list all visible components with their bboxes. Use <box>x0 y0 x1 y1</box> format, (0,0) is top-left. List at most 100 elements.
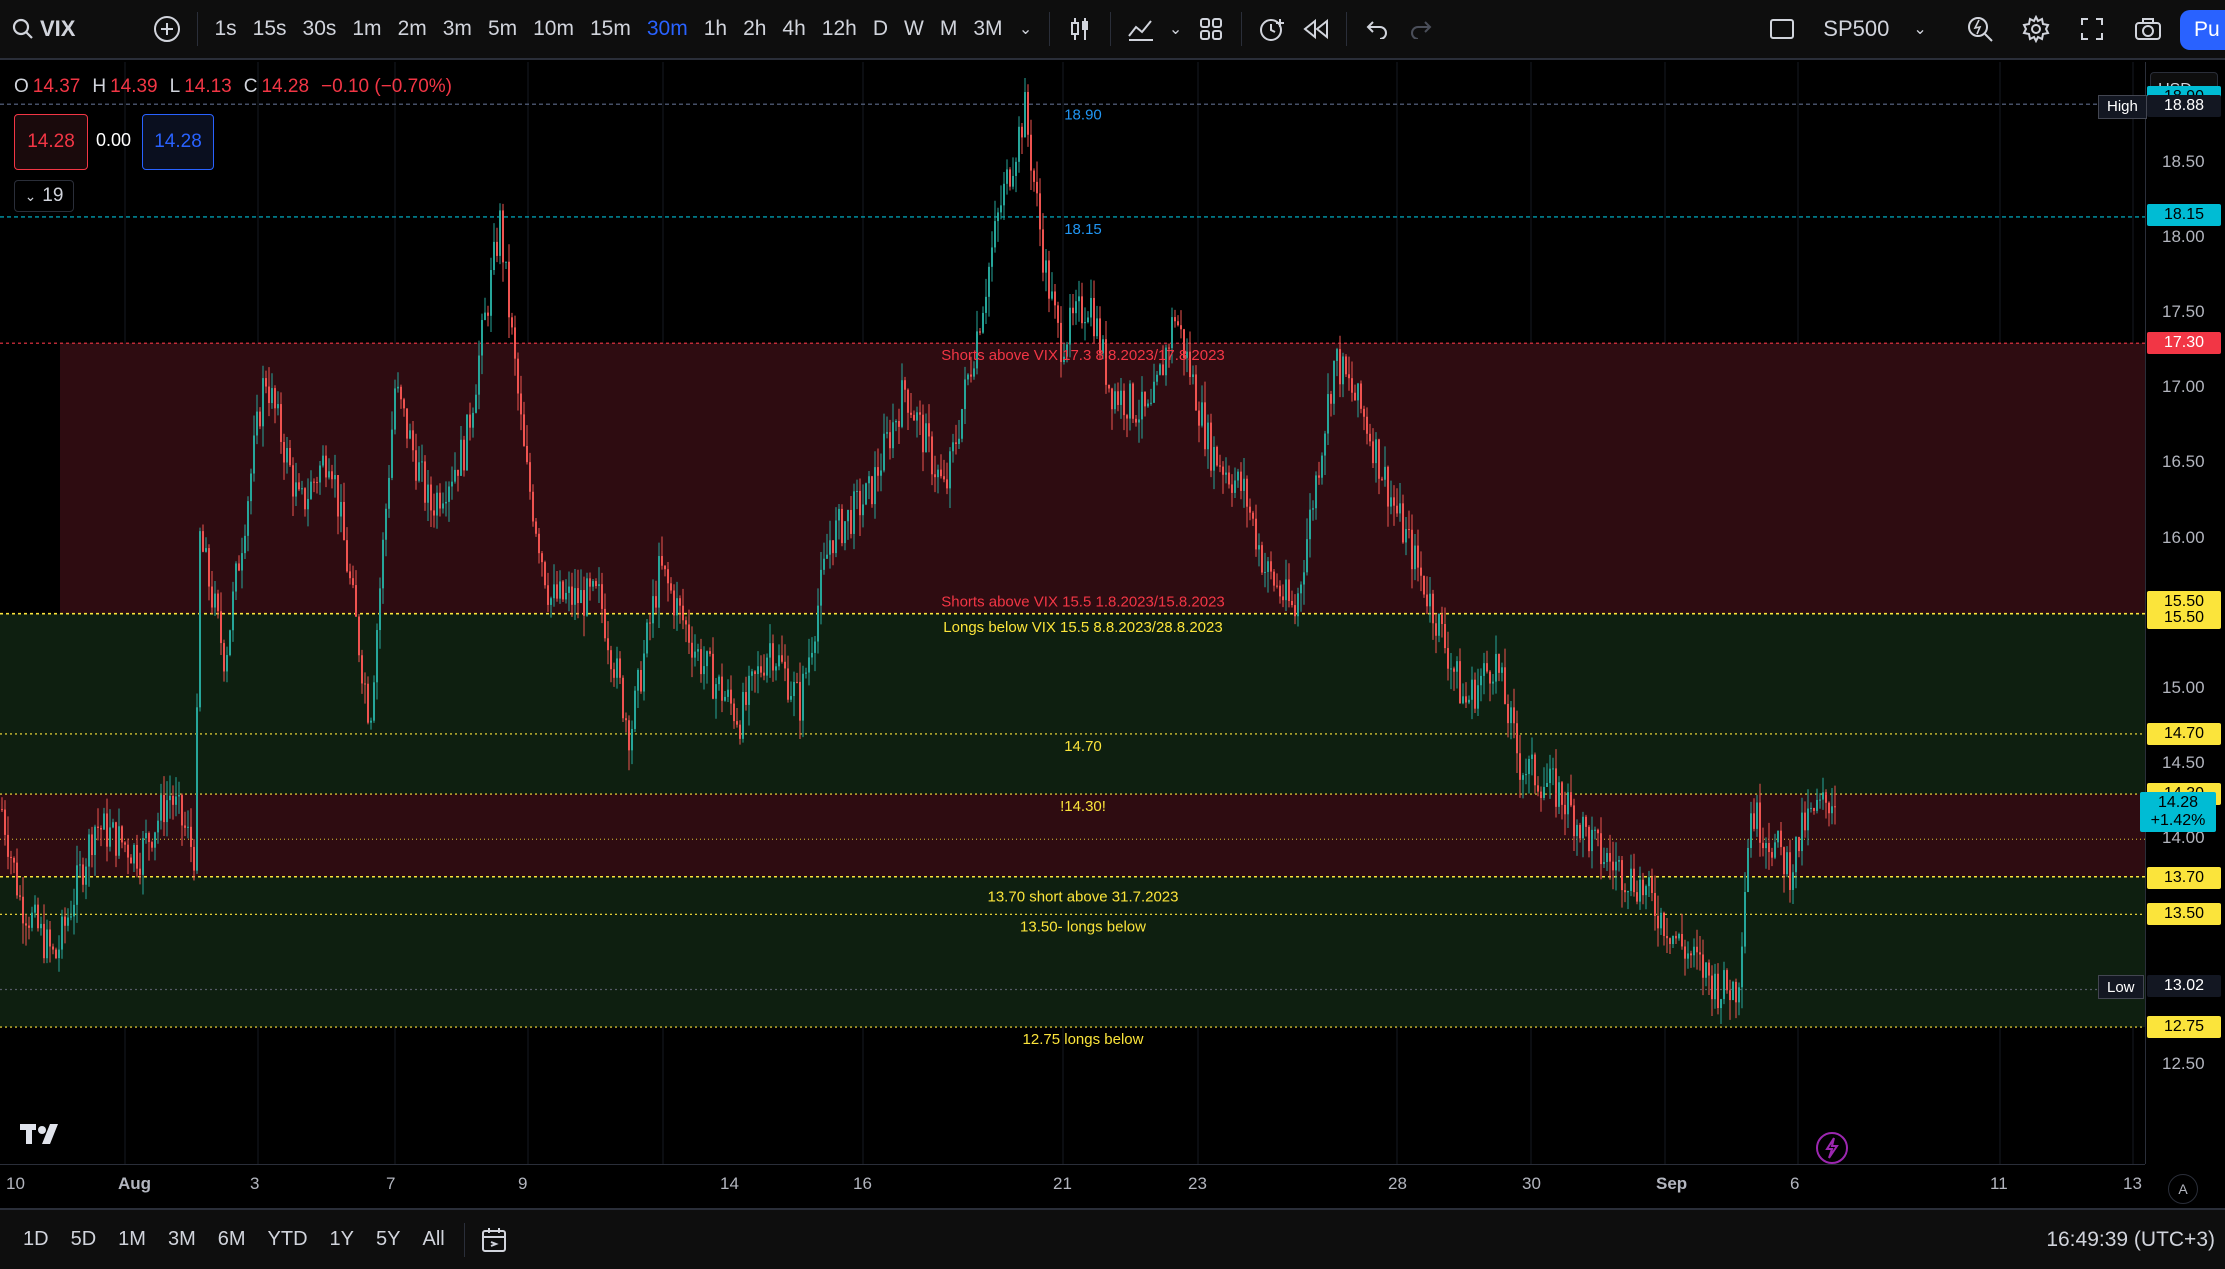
candle-body <box>1753 813 1755 829</box>
candle-body <box>244 535 246 554</box>
candle-body <box>775 666 777 671</box>
timeframe-d[interactable]: D <box>865 9 896 49</box>
timeframe-30s[interactable]: 30s <box>295 9 345 49</box>
timeframe-1m[interactable]: 1m <box>344 9 389 49</box>
indicators-collapse-button[interactable]: ⌄ 19 <box>14 180 74 212</box>
candle-body <box>457 469 459 476</box>
candle-body <box>487 312 489 316</box>
indicators-dropdown[interactable]: ⌄ <box>1163 9 1189 49</box>
timeframe-15m[interactable]: 15m <box>582 9 639 49</box>
undo-button[interactable] <box>1355 9 1399 49</box>
candle-body <box>832 540 834 554</box>
settings-button[interactable] <box>2014 9 2058 49</box>
timeframe-3m[interactable]: 3m <box>435 9 480 49</box>
candle-body <box>661 556 663 566</box>
candle-body <box>319 465 321 483</box>
sell-button[interactable]: 14.28 <box>14 114 88 170</box>
indicators-button[interactable] <box>1119 9 1163 49</box>
compare-add-button[interactable] <box>145 9 189 49</box>
clock[interactable]: 16:49:39 (UTC+3) <box>2046 1228 2215 1252</box>
timeframe-2h[interactable]: 2h <box>735 9 774 49</box>
price-tick: 18.50 <box>2162 151 2205 171</box>
timeframe-1s[interactable]: 1s <box>206 9 244 49</box>
time-axis[interactable] <box>0 1164 2145 1207</box>
goto-date-button[interactable] <box>473 1220 517 1260</box>
layout-selector-button[interactable] <box>1760 9 1804 49</box>
timeframe-w[interactable]: W <box>896 9 932 49</box>
candle-body <box>190 826 192 847</box>
candle-body <box>946 479 948 489</box>
candle-body <box>1768 843 1770 853</box>
candle-body <box>607 638 609 651</box>
range-1d[interactable]: 1D <box>12 1220 60 1260</box>
candle-body <box>28 925 30 928</box>
candle-body <box>868 476 870 484</box>
candle-body <box>1582 816 1584 839</box>
timeframe-2m[interactable]: 2m <box>390 9 435 49</box>
range-3m[interactable]: 3M <box>157 1220 207 1260</box>
candle-body <box>541 553 543 563</box>
candle-body <box>241 553 243 571</box>
candle-body <box>277 404 279 409</box>
candle-body <box>1270 561 1272 572</box>
chart-pane[interactable]: 18.90 18.15 Shorts above VIX 17.3 8.8.2023… <box>0 62 2145 1164</box>
candle-body <box>1747 847 1749 892</box>
tradingview-logo[interactable] <box>20 1122 68 1146</box>
replay-button[interactable] <box>1294 9 1338 49</box>
timeframe-dropdown[interactable]: ⌄ <box>1011 9 1041 49</box>
timeframe-10m[interactable]: 10m <box>525 9 582 49</box>
range-1m[interactable]: 1M <box>107 1220 157 1260</box>
candle-body <box>1435 623 1437 636</box>
candle-body <box>1570 792 1572 806</box>
candle-body <box>1780 830 1782 848</box>
range-1y[interactable]: 1Y <box>319 1220 365 1260</box>
range-all[interactable]: All <box>411 1220 455 1260</box>
candle-body <box>862 504 864 516</box>
candle-body <box>1108 384 1110 389</box>
candle-body <box>1006 169 1008 184</box>
candle-body <box>1564 804 1566 815</box>
publish-button[interactable]: Pu <box>2180 10 2225 50</box>
candle-body <box>538 533 540 554</box>
candle-body <box>1216 446 1218 466</box>
range-ytd[interactable]: YTD <box>257 1220 319 1260</box>
candle-body <box>187 826 189 828</box>
timeframe-4h[interactable]: 4h <box>774 9 813 49</box>
candle-body <box>511 317 513 328</box>
timeframe-m[interactable]: M <box>932 9 966 49</box>
candle-body <box>1267 561 1269 572</box>
candle-body <box>475 394 477 413</box>
time-tick: Sep <box>1656 1174 1688 1193</box>
price-chart[interactable]: 18.90 18.15 Shorts above VIX 17.3 8.8.2023… <box>0 62 2145 1164</box>
fullscreen-button[interactable] <box>2070 9 2114 49</box>
timeframe-5m[interactable]: 5m <box>480 9 525 49</box>
close-label: C <box>243 76 258 97</box>
lightning-icon[interactable] <box>1815 1131 1849 1165</box>
candle-body <box>82 864 84 885</box>
timeframe-1h[interactable]: 1h <box>696 9 735 49</box>
candle-body <box>670 583 672 591</box>
timeframe-3m[interactable]: 3M <box>965 9 1010 49</box>
snapshot-button[interactable] <box>2126 9 2170 49</box>
candles-style-button[interactable] <box>1058 9 1102 49</box>
range-5d[interactable]: 5D <box>60 1220 108 1260</box>
compare-symbol-button[interactable]: SP500 ⌄ <box>1820 9 1930 49</box>
candle-body <box>820 569 822 606</box>
candle-body <box>1024 92 1026 138</box>
candle-body <box>721 676 723 701</box>
buy-button[interactable]: 14.28 <box>142 114 214 170</box>
candle-body <box>115 822 117 856</box>
range-5y[interactable]: 5Y <box>365 1220 411 1260</box>
timeframe-30m[interactable]: 30m <box>639 9 696 49</box>
range-6m[interactable]: 6M <box>207 1220 257 1260</box>
timeframe-12h[interactable]: 12h <box>814 9 865 49</box>
redo-button[interactable] <box>1399 9 1443 49</box>
candle-body <box>1177 321 1179 326</box>
layouts-button[interactable] <box>1189 9 1233 49</box>
quick-search-button[interactable] <box>1958 9 2002 49</box>
alert-button[interactable] <box>1250 9 1294 49</box>
candle-body <box>829 540 831 555</box>
symbol-search[interactable]: VIX <box>0 9 85 49</box>
timeframe-15s[interactable]: 15s <box>245 9 295 49</box>
auto-scale-button[interactable]: A <box>2168 1174 2198 1204</box>
